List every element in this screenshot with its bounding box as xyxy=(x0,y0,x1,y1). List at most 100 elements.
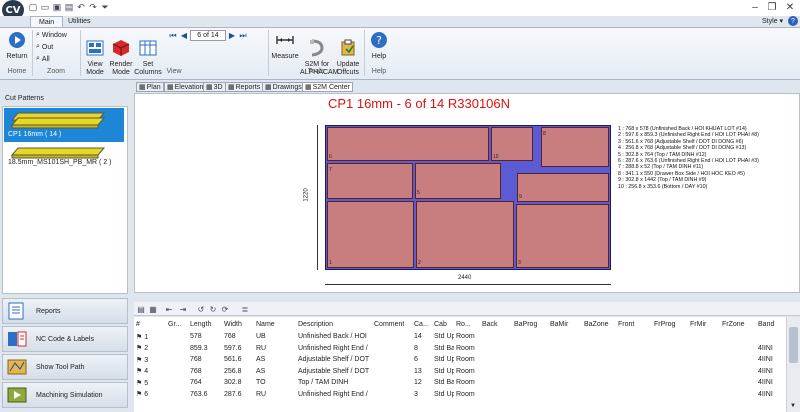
table-row[interactable]: ⚑ 4 768 256.8 AS Adjustable Shelf / DOT 13 Std… xyxy=(134,366,786,378)
tab-3d[interactable]: ▦ 3D xyxy=(203,82,226,92)
arrow-back-icon[interactable]: ⇤ xyxy=(164,304,174,314)
part-rect[interactable]: 5 xyxy=(415,163,501,199)
column-header[interactable]: Ca... xyxy=(412,317,432,331)
part-rect[interactable]: 1 xyxy=(327,201,414,268)
save-icon[interactable]: ▣ xyxy=(52,2,62,12)
tab-plan[interactable]: ▦ Plan xyxy=(136,82,164,92)
column-header[interactable]: Ro... xyxy=(454,317,480,331)
grid-body: ⚑ 1 578 768 UB Unfinished Back / HOI 14 Std Up… xyxy=(134,331,786,400)
column-header[interactable]: BaZone xyxy=(582,317,616,331)
table-cell: 4IINI xyxy=(758,390,773,398)
table-cell: ⚑ 6 xyxy=(134,389,166,401)
style-menu[interactable]: Style ▾ xyxy=(762,17,783,25)
table-cell xyxy=(720,389,756,401)
group-zoom: Zoom xyxy=(47,68,65,75)
column-header[interactable]: BaProg xyxy=(512,317,548,331)
part-rect[interactable]: 6 xyxy=(327,127,489,161)
column-header[interactable]: # xyxy=(134,317,166,331)
filter-icon[interactable]: ≣ xyxy=(240,304,250,314)
column-header[interactable]: Comment xyxy=(372,317,412,331)
restore-icon[interactable]: ❐ xyxy=(765,1,779,13)
part-rect[interactable]: 9 xyxy=(517,173,609,202)
column-header[interactable]: Back xyxy=(480,317,512,331)
grid-edit-icon[interactable]: ▦ xyxy=(148,304,158,314)
tab-s2m-center[interactable]: ▦ S2M Center xyxy=(302,82,353,92)
part-rect[interactable]: 7 xyxy=(327,163,413,199)
board-sheet[interactable]: 6 10 8 7 5 9 1 2 3 xyxy=(325,125,611,270)
tab-drawings[interactable]: ▦ Drawings xyxy=(262,82,305,92)
table-row[interactable]: ⚑ 1 578 768 UB Unfinished Back / HOI 14 Std Up… xyxy=(134,331,786,343)
column-header[interactable]: Name xyxy=(254,317,296,331)
grid-vertical-scrollbar[interactable]: ▼ xyxy=(786,317,800,412)
tab-reports[interactable]: ▦ Reports xyxy=(225,82,264,92)
column-header[interactable]: Length xyxy=(188,317,222,331)
undo-icon[interactable]: ↶ xyxy=(76,2,86,12)
table-row[interactable]: ⚑ 5 764 302.8 TO Top / TAM DINH 12 Std Ba Room 4… xyxy=(134,377,786,389)
ribbon-separator xyxy=(364,30,365,76)
open-icon[interactable]: ▭ xyxy=(40,2,50,12)
nav-machining-simulation[interactable]: Machining Simulation xyxy=(2,382,128,408)
refresh-icon[interactable]: ⟳ xyxy=(220,304,230,314)
help-circle-icon[interactable]: ? xyxy=(788,16,798,26)
column-header[interactable]: FrProg xyxy=(652,317,688,331)
arrow-forward-icon[interactable]: ⇥ xyxy=(178,304,188,314)
redo-icon[interactable]: ↷ xyxy=(88,2,98,12)
help-button[interactable]: ? Help xyxy=(366,31,392,61)
scrollbar-thumb[interactable] xyxy=(789,327,798,363)
part-rect[interactable]: 8 xyxy=(541,127,609,167)
column-header[interactable]: BaMir xyxy=(548,317,582,331)
new-icon[interactable]: ▢ xyxy=(28,2,38,12)
column-header[interactable]: Cab xyxy=(432,317,454,331)
parts-grid[interactable]: # Gr... Length Width Name Description Comment C… xyxy=(134,317,786,412)
zoom-window-button[interactable]: ⌕ Window xyxy=(36,31,67,39)
cut-pattern-item[interactable]: 18.5mm_MS101SH_PB_MR ( 2 ) xyxy=(4,144,124,178)
next-page-icon[interactable]: ▶ xyxy=(227,31,237,41)
column-header[interactable]: FrMir xyxy=(688,317,720,331)
zoom-all-button[interactable]: ⌕ All xyxy=(36,55,50,63)
column-header[interactable]: FrZone xyxy=(720,317,756,331)
zoom-window-label: Window xyxy=(41,31,67,39)
part-rect[interactable]: 10 xyxy=(491,127,533,161)
s2m-center-icon: ▦ xyxy=(305,84,312,91)
table-cell: Std Up xyxy=(434,367,454,375)
nav-show-tool-path[interactable]: Show Tool Path xyxy=(2,354,128,380)
zoom-out-button[interactable]: ⌕ Out xyxy=(36,43,53,51)
part-rect[interactable]: 2 xyxy=(416,201,514,268)
return-button[interactable]: Return xyxy=(4,31,30,61)
scroll-down-icon[interactable]: ▼ xyxy=(790,403,796,409)
row-number: 5 xyxy=(144,379,149,387)
table-cell xyxy=(582,366,616,378)
nav-nc-code-labels[interactable]: NC Code & Labels xyxy=(2,326,128,352)
ribbon-separator xyxy=(80,30,81,76)
table-cell: 768 xyxy=(190,367,202,375)
table-cell xyxy=(512,354,548,366)
column-header[interactable]: Front xyxy=(616,317,652,331)
table-cell xyxy=(582,377,616,389)
nav-reports-label: Reports xyxy=(36,307,61,315)
grid-view-icon[interactable]: ▤ xyxy=(136,304,146,314)
nav-reports[interactable]: Reports xyxy=(2,298,128,324)
column-header[interactable]: Width xyxy=(222,317,254,331)
table-cell: 4IINI xyxy=(758,379,773,387)
cut-pattern-item[interactable]: CP1 16mm ( 14 ) xyxy=(4,108,124,142)
table-row[interactable]: ⚑ 2 859.3 597.6 RU Unfinished Right End / 8 St… xyxy=(134,343,786,355)
last-page-icon[interactable]: ⏭ xyxy=(238,31,248,41)
column-header[interactable]: Gr... xyxy=(166,317,188,331)
part-rect[interactable]: 3 xyxy=(516,204,609,268)
table-cell: 287.6 xyxy=(224,390,242,398)
page-indicator[interactable]: 6 of 14 xyxy=(190,30,226,41)
tab-elevation[interactable]: ▦ Elevation xyxy=(164,82,207,92)
table-row[interactable]: ⚑ 3 768 561.6 AS Adjustable Shelf / DOT 6 Std … xyxy=(134,354,786,366)
previous-page-icon[interactable]: ◀ xyxy=(179,31,189,41)
column-header[interactable]: Band xyxy=(756,317,786,331)
print-icon[interactable]: ▤ xyxy=(64,2,74,12)
minimize-icon[interactable]: – xyxy=(748,1,762,13)
table-row[interactable]: ⚑ 6 763.6 287.6 RU Unfinished Right End / 3 St… xyxy=(134,389,786,401)
rotate-right-icon[interactable]: ↻ xyxy=(208,304,218,314)
column-header[interactable]: Description xyxy=(296,317,372,331)
measure-button[interactable]: Measure xyxy=(270,31,300,61)
quick-access-dropdown-icon[interactable]: ⏷ xyxy=(100,2,110,12)
close-icon[interactable]: ✕ xyxy=(783,1,797,13)
first-page-icon[interactable]: ⏮ xyxy=(168,31,178,41)
rotate-left-icon[interactable]: ↺ xyxy=(196,304,206,314)
